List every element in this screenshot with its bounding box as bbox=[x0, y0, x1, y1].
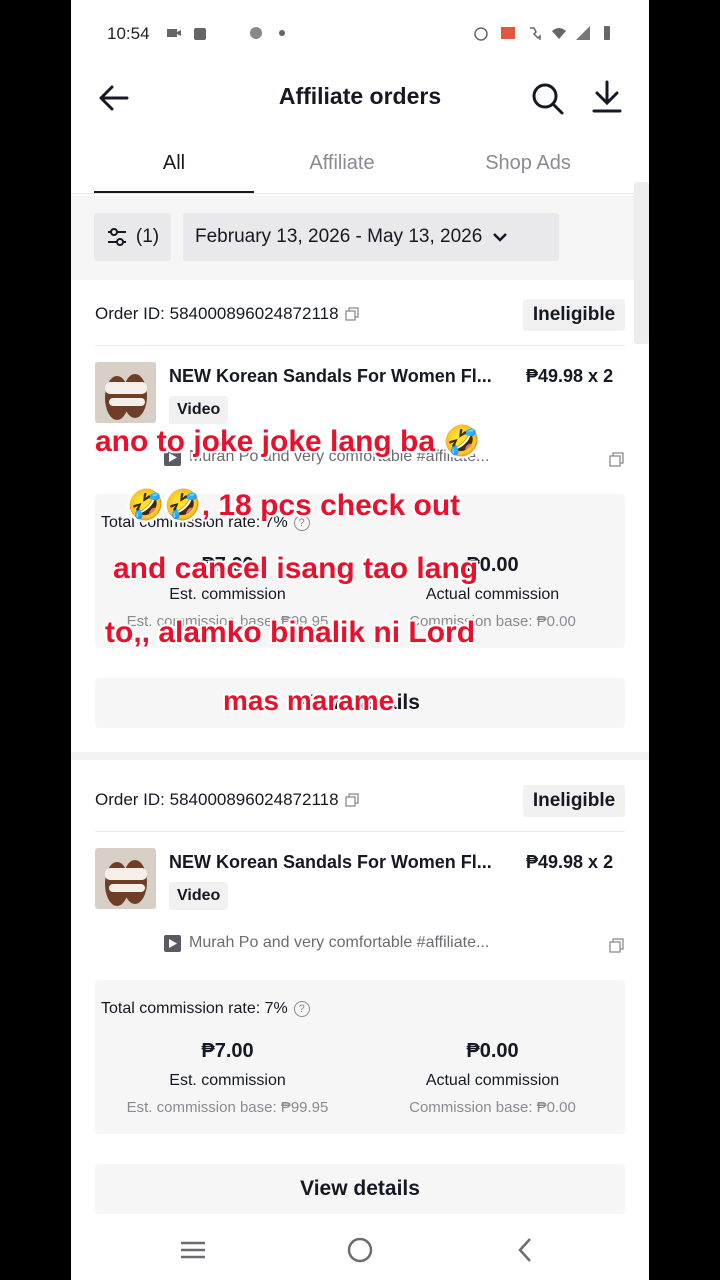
filter-icon bbox=[107, 228, 126, 246]
actual-commission-value: ₱0.00 bbox=[466, 554, 519, 576]
filter-bar: (1) February 13, 2026 - May 13, 2026 bbox=[71, 196, 649, 280]
app-status-icon bbox=[250, 27, 262, 39]
shop-status-icon bbox=[194, 28, 206, 40]
order-id-text: Order ID: 584000896024872118 bbox=[95, 790, 339, 809]
est-commission-label: Est. commission bbox=[169, 1072, 286, 1089]
filter-button[interactable]: (1) bbox=[94, 213, 171, 261]
back-nav-icon[interactable] bbox=[511, 1236, 541, 1264]
status-badge: Ineligible bbox=[523, 299, 625, 331]
status-bar: 10:54 bbox=[71, 0, 649, 70]
tab-bar: All Affiliate Shop Ads bbox=[71, 138, 649, 194]
commission-summary: Total commission rate: 7% ? ₱7.00 Est. c… bbox=[95, 494, 625, 648]
divider bbox=[95, 345, 625, 346]
dot-status-icon bbox=[279, 30, 285, 36]
divider bbox=[95, 831, 625, 832]
est-commission-value: ₱7.00 bbox=[201, 1040, 254, 1062]
video-tag: Video bbox=[169, 882, 229, 910]
copy-icon[interactable] bbox=[344, 307, 359, 321]
app-header: Affiliate orders bbox=[71, 70, 649, 126]
view-details-button[interactable]: View details bbox=[95, 678, 625, 728]
commission-rate-text: Total commission rate: 7% bbox=[101, 514, 288, 531]
actual-commission: ₱0.00 Actual commission Commission base:… bbox=[360, 1040, 625, 1116]
est-commission: ₱7.00 Est. commission Est. commission ba… bbox=[95, 1040, 360, 1116]
actual-commission: ₱0.00 Actual commission Commission base:… bbox=[360, 554, 625, 630]
product-name[interactable]: NEW Korean Sandals For Women Fl... bbox=[169, 852, 492, 873]
download-icon[interactable] bbox=[589, 78, 625, 116]
order-id-text: Order ID: 584000896024872118 bbox=[95, 304, 339, 323]
help-icon[interactable]: ? bbox=[293, 1001, 310, 1017]
est-commission-value: ₱7.00 bbox=[201, 554, 254, 576]
open-external-icon[interactable] bbox=[609, 452, 624, 467]
alarm-icon bbox=[474, 27, 488, 41]
active-tab-indicator bbox=[94, 191, 254, 193]
video-tag: Video bbox=[169, 396, 229, 424]
est-commission: ₱7.00 Est. commission Est. commission ba… bbox=[95, 554, 360, 630]
tab-all[interactable]: All bbox=[94, 152, 254, 175]
wifi-call-icon bbox=[530, 27, 541, 40]
search-icon[interactable] bbox=[529, 80, 565, 116]
status-left-icons bbox=[166, 25, 290, 41]
date-range-selector[interactable]: February 13, 2026 - May 13, 2026 bbox=[183, 213, 559, 261]
order-card: Order ID: 584000896024872118 Ineligible … bbox=[71, 282, 649, 752]
order-card: Order ID: 584000896024872118 Ineligible … bbox=[71, 768, 649, 1228]
system-nav-bar bbox=[71, 1218, 649, 1280]
est-commission-base: Est. commission base: ₱99.95 bbox=[126, 1099, 329, 1116]
actual-commission-base: Commission base: ₱0.00 bbox=[409, 613, 576, 630]
status-right-icons bbox=[473, 25, 615, 41]
battery-icon bbox=[604, 26, 610, 40]
est-commission-label: Est. commission bbox=[169, 586, 286, 603]
play-icon bbox=[164, 934, 181, 952]
phone-screen: 10:54 Affiliate orders All Affiliate Sho… bbox=[71, 0, 649, 1280]
actual-commission-label: Actual commission bbox=[425, 586, 560, 603]
view-details-button[interactable]: View details bbox=[95, 1164, 625, 1214]
source-video[interactable]: Murah Po and very comfortable #affiliate… bbox=[164, 934, 489, 952]
product-price: ₱49.98 x 2 bbox=[526, 366, 614, 386]
commission-rate-text: Total commission rate: 7% bbox=[101, 1000, 288, 1017]
card-divider bbox=[71, 752, 649, 760]
filter-count: (1) bbox=[135, 226, 160, 247]
est-commission-base: Est. commission base: ₱99.95 bbox=[126, 613, 329, 630]
video-title: Murah Po and very comfortable #affiliate… bbox=[189, 934, 490, 951]
chevron-down-icon bbox=[493, 233, 508, 242]
actual-commission-base: Commission base: ₱0.00 bbox=[409, 1099, 576, 1116]
status-badge: Ineligible bbox=[523, 785, 625, 817]
signal-icon bbox=[576, 26, 590, 40]
order-id: Order ID: 584000896024872118 bbox=[95, 304, 359, 324]
play-icon bbox=[164, 448, 181, 466]
commission-rate: Total commission rate: 7% ? bbox=[101, 1000, 310, 1018]
help-icon[interactable]: ? bbox=[293, 515, 310, 531]
date-range-text: February 13, 2026 - May 13, 2026 bbox=[195, 226, 483, 247]
video-status-icon bbox=[167, 29, 181, 37]
product-price: ₱49.98 x 2 bbox=[526, 852, 614, 872]
menu-nav-icon[interactable] bbox=[178, 1236, 208, 1264]
order-id: Order ID: 584000896024872118 bbox=[95, 790, 359, 810]
status-time: 10:54 bbox=[107, 24, 150, 43]
home-nav-icon[interactable] bbox=[345, 1236, 375, 1264]
commission-summary: Total commission rate: 7% ? ₱7.00 Est. c… bbox=[95, 980, 625, 1134]
video-title: Murah Po and very comfortable #affiliate… bbox=[189, 448, 490, 465]
product-name[interactable]: NEW Korean Sandals For Women Fl... bbox=[169, 366, 492, 387]
cast-icon bbox=[501, 27, 515, 39]
wifi-icon bbox=[552, 28, 566, 39]
actual-commission-value: ₱0.00 bbox=[466, 1040, 519, 1062]
actual-commission-label: Actual commission bbox=[425, 1072, 560, 1089]
commission-rate: Total commission rate: 7% ? bbox=[101, 514, 310, 532]
source-video[interactable]: Murah Po and very comfortable #affiliate… bbox=[164, 448, 489, 466]
tab-shop-ads[interactable]: Shop Ads bbox=[461, 152, 595, 175]
tab-affiliate[interactable]: Affiliate bbox=[281, 152, 403, 175]
copy-icon[interactable] bbox=[344, 793, 359, 807]
product-thumbnail[interactable] bbox=[95, 848, 156, 909]
open-external-icon[interactable] bbox=[609, 938, 624, 953]
product-thumbnail[interactable] bbox=[95, 362, 156, 423]
